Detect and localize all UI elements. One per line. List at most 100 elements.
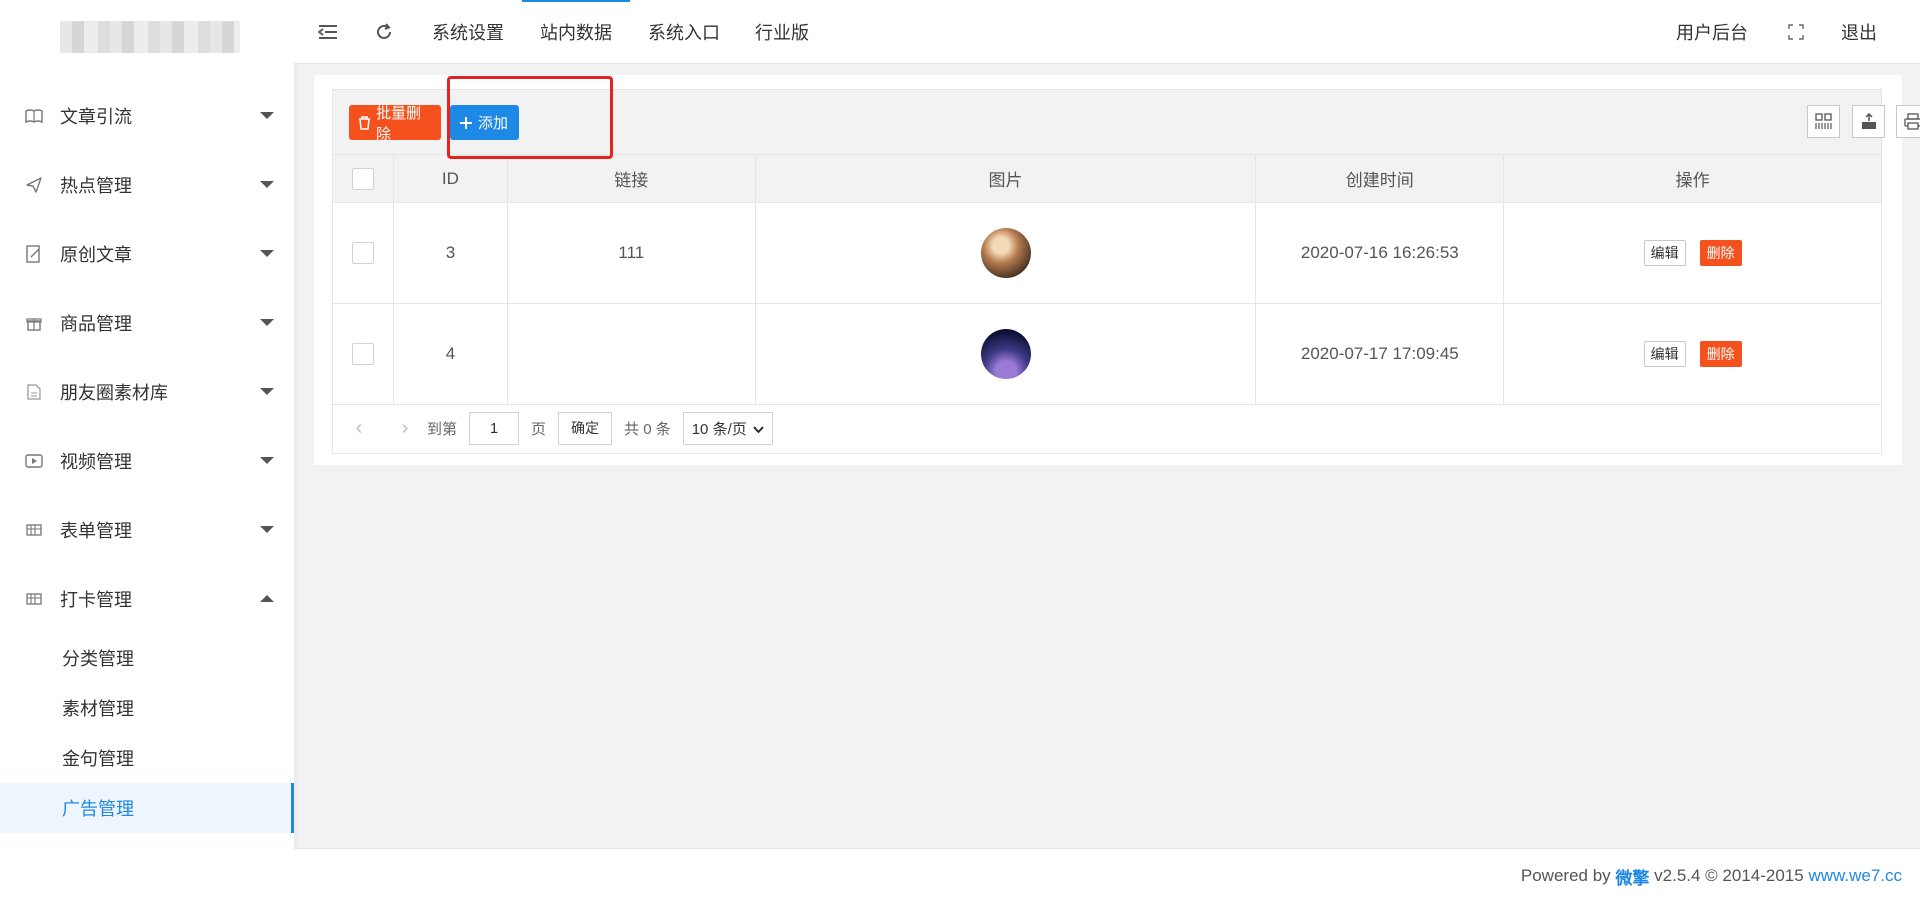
goto-confirm-button[interactable]: 确定 — [558, 411, 613, 445]
export-icon[interactable] — [1852, 105, 1885, 138]
top-navbar: 系统设置 站内数据 系统入口 行业版 用户后台 退出 — [294, 0, 1920, 64]
ad-thumbnail-image[interactable] — [980, 329, 1031, 379]
sidebar-item-label: 商品管理 — [60, 313, 132, 334]
table-row: 4 2020-07-17 17:09:45 编辑 删除 — [332, 303, 1882, 405]
edit-button[interactable]: 编辑 — [1643, 341, 1686, 367]
cell-created: 2020-07-17 17:09:45 — [1255, 303, 1505, 405]
sidebar-item-shipin[interactable]: 视频管理 — [0, 426, 294, 495]
tab-industry[interactable]: 行业版 — [755, 0, 809, 64]
column-header-actions[interactable]: 操作 — [1503, 154, 1882, 203]
tab-system-settings[interactable]: 系统设置 — [432, 0, 504, 64]
add-label: 添加 — [478, 115, 509, 132]
cell-image — [754, 303, 1257, 405]
ad-thumbnail-image[interactable] — [980, 228, 1031, 278]
batch-delete-button[interactable]: 批量删除 — [349, 105, 441, 143]
sidebar-item-redian[interactable]: 热点管理 — [0, 150, 294, 219]
fullscreen-icon[interactable] — [1784, 20, 1808, 44]
refresh-icon[interactable] — [372, 20, 396, 44]
column-header-link[interactable]: 链接 — [506, 154, 756, 203]
sidebar-item-label: 表单管理 — [60, 520, 132, 541]
columns-filter-icon[interactable] — [1807, 105, 1840, 138]
sidebar-item-label: 文章引流 — [60, 106, 132, 127]
chevron-down-icon — [260, 457, 274, 464]
content-panel: 批量删除 添加 ID 链接 图片 创建时间 操作 3 111 2020-07-1… — [314, 75, 1920, 465]
cell-link — [506, 303, 756, 405]
sidebar-item-wenzhang-yinliu[interactable]: 文章引流 — [0, 81, 294, 150]
trash-icon — [358, 115, 371, 130]
prev-page-icon[interactable]: ‹ — [349, 417, 369, 440]
select-all-checkbox[interactable] — [351, 167, 374, 190]
column-header-image[interactable]: 图片 — [754, 154, 1257, 203]
chevron-down-icon — [753, 420, 764, 437]
sidebar-item-label: 朋友圈素材库 — [60, 382, 168, 403]
edit-document-icon — [25, 244, 43, 263]
table-toolbar: 批量删除 添加 — [332, 89, 1920, 154]
add-button[interactable]: 添加 — [450, 105, 519, 140]
edit-button[interactable]: 编辑 — [1643, 240, 1686, 266]
brand-link[interactable]: 微擎 — [1615, 864, 1649, 889]
page-size-value: 10 条/页 — [691, 420, 747, 438]
chevron-down-icon — [260, 526, 274, 533]
page-number-input[interactable] — [469, 411, 520, 445]
menu-collapse-icon[interactable] — [316, 20, 340, 44]
logo[interactable] — [60, 21, 240, 53]
video-icon — [25, 452, 43, 470]
column-header-id[interactable]: ID — [392, 154, 508, 203]
row-select-cell — [332, 303, 394, 405]
submenu-daka: 分类管理 素材管理 金句管理 广告管理 — [0, 633, 294, 833]
cell-actions: 编辑 删除 — [1503, 202, 1882, 304]
batch-delete-label: 批量删除 — [376, 104, 422, 143]
footer: Powered by 微擎 v2.5.4 © 2014-2015 www.we7… — [294, 848, 1920, 903]
tab-site-data[interactable]: 站内数据 — [522, 0, 630, 64]
row-select-cell — [332, 202, 394, 304]
cell-link: 111 — [506, 202, 756, 304]
sidebar: 文章引流 热点管理 原创文章 商品管理 朋友圈素材库 视频管理 表单管理 打卡管… — [0, 0, 294, 903]
logout-link[interactable]: 退出 — [1841, 0, 1877, 64]
user-backend-link[interactable]: 用户后台 — [1676, 0, 1748, 64]
site-link[interactable]: www.we7.cc — [1808, 866, 1902, 886]
sidebar-item-label: 打卡管理 — [60, 589, 132, 610]
total-count: 共 0 条 — [624, 420, 671, 438]
page-unit-label: 页 — [531, 420, 547, 438]
next-page-icon[interactable]: › — [395, 417, 415, 440]
file-icon — [25, 383, 43, 401]
sidebar-item-biaodan[interactable]: 表单管理 — [0, 495, 294, 564]
table-row: 3 111 2020-07-16 16:26:53 编辑 删除 — [332, 202, 1882, 304]
sidebar-item-shangpin[interactable]: 商品管理 — [0, 288, 294, 357]
sidebar-item-label: 热点管理 — [60, 175, 132, 196]
sidebar-menu: 文章引流 热点管理 原创文章 商品管理 朋友圈素材库 视频管理 表单管理 打卡管… — [0, 81, 294, 833]
cell-actions: 编辑 删除 — [1503, 303, 1882, 405]
book-icon — [25, 107, 43, 125]
powered-by-text: Powered by — [1520, 866, 1611, 885]
chevron-down-icon — [260, 250, 274, 257]
sidebar-subitem-guanggao[interactable]: 广告管理 — [0, 783, 294, 833]
cell-id: 4 — [392, 303, 508, 405]
select-all-cell — [332, 154, 394, 203]
print-icon[interactable] — [1896, 105, 1920, 138]
sidebar-subitem-sucai[interactable]: 素材管理 — [0, 683, 294, 733]
sidebar-subitem-jinju[interactable]: 金句管理 — [0, 733, 294, 783]
delete-button[interactable]: 删除 — [1699, 341, 1742, 367]
chevron-up-icon — [260, 595, 274, 602]
sidebar-item-label: 原创文章 — [60, 244, 132, 265]
row-checkbox[interactable] — [351, 242, 374, 264]
cell-image — [754, 202, 1257, 304]
page-size-select[interactable]: 10 条/页 — [682, 411, 773, 445]
data-table: ID 链接 图片 创建时间 操作 3 111 2020-07-16 16:26:… — [332, 154, 1882, 405]
version-text: v2.5.4 © 2014-2015 — [1654, 866, 1804, 885]
sidebar-item-daka[interactable]: 打卡管理 — [0, 564, 294, 633]
row-checkbox[interactable] — [351, 343, 374, 365]
chevron-down-icon — [260, 319, 274, 326]
tab-system-entry[interactable]: 系统入口 — [648, 0, 720, 64]
gift-icon — [25, 314, 43, 332]
table-icon — [25, 521, 43, 539]
sidebar-item-yuanchuang[interactable]: 原创文章 — [0, 219, 294, 288]
chevron-down-icon — [260, 112, 274, 119]
plus-icon — [459, 116, 473, 130]
delete-button[interactable]: 删除 — [1699, 240, 1742, 266]
column-header-created[interactable]: 创建时间 — [1255, 154, 1505, 203]
sidebar-subitem-fenlei[interactable]: 分类管理 — [0, 633, 294, 683]
goto-label: 到第 — [427, 420, 458, 438]
sidebar-item-pengyouquan[interactable]: 朋友圈素材库 — [0, 357, 294, 426]
pagination: ‹ › 到第 页 确定 共 0 条 10 条/页 — [332, 403, 1882, 454]
